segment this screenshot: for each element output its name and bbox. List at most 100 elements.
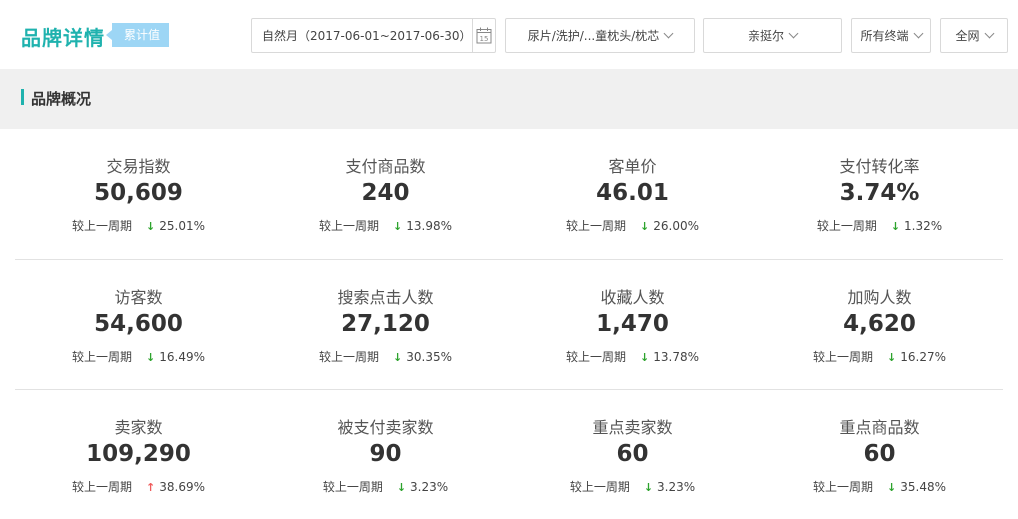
metric-change: 30.35% [406, 350, 452, 364]
arrow-down-icon: ↓ [887, 351, 897, 364]
compare-label: 较上一周期 [569, 480, 630, 494]
metric-label: 卖家数 [114, 418, 163, 437]
date-range-picker[interactable]: 自然月（2017-06-01~2017-06-30） 15 [251, 18, 496, 53]
metric-comparison: 较上一周期 ↓ 35.48% [756, 478, 1003, 495]
chevron-down-icon [788, 28, 799, 39]
terminal-value: 所有终端 [860, 29, 909, 43]
metrics-row: 交易指数 50,609 较上一周期 ↓ 25.01% 支付商品数 240 较上一周期 ↓ 13.9… [15, 129, 1003, 259]
compare-label: 较上一周期 [566, 219, 627, 233]
metric-comparison: 较上一周期 ↓ 3.23% [262, 478, 509, 495]
chevron-down-icon [913, 28, 923, 39]
metric-card: 支付商品数 240 较上一周期 ↓ 13.98% [262, 129, 509, 259]
brand-value: 亲挺尔 [747, 29, 784, 43]
compare-label: 较上一周期 [816, 219, 877, 233]
metric-value: 50,609 [94, 180, 183, 206]
arrow-down-icon: ↓ [146, 220, 156, 233]
calendar-icon: 15 [476, 27, 492, 44]
metric-change: 13.98% [406, 219, 452, 233]
chevron-down-icon [984, 28, 994, 39]
metric-card: 支付转化率 3.74% 较上一周期 ↓ 1.32% [756, 129, 1003, 259]
metric-label: 支付转化率 [839, 157, 920, 176]
metric-value: 109,290 [86, 441, 191, 467]
cumulative-badge: 累计值 [105, 23, 170, 47]
date-range-text: 自然月（2017-06-01~2017-06-30） [262, 29, 472, 43]
arrow-down-icon: ↓ [396, 481, 407, 494]
metric-label: 搜索点击人数 [337, 288, 434, 307]
metric-card: 客单价 46.01 较上一周期 ↓ 26.00% [509, 129, 756, 259]
compare-label: 较上一周期 [566, 350, 627, 364]
section-marker [21, 89, 24, 105]
metric-label: 收藏人数 [600, 288, 665, 307]
metric-comparison: 较上一周期 ↓ 16.27% [756, 348, 1003, 365]
metric-change: 16.27% [900, 350, 946, 364]
compare-label: 较上一周期 [72, 350, 133, 364]
chevron-down-icon [663, 28, 674, 39]
metric-change: 26.00% [653, 219, 699, 233]
metric-label: 支付商品数 [345, 157, 426, 176]
metric-card: 收藏人数 1,470 较上一周期 ↓ 13.78% [509, 260, 756, 389]
metric-card: 重点商品数 60 较上一周期 ↓ 35.48% [756, 390, 1003, 519]
metric-label: 重点商品数 [839, 418, 920, 437]
metric-value: 90 [369, 441, 402, 467]
metric-comparison: 较上一周期 ↓ 30.35% [262, 348, 509, 365]
metric-value: 60 [863, 441, 896, 467]
metric-label: 交易指数 [106, 157, 171, 176]
metric-comparison: 较上一周期 ↓ 3.23% [509, 478, 756, 495]
metric-value: 27,120 [341, 311, 430, 337]
metric-value: 60 [616, 441, 649, 467]
section-title: 品牌概况 [31, 90, 92, 108]
compare-label: 较上一周期 [813, 480, 874, 494]
metric-card: 加购人数 4,620 较上一周期 ↓ 16.27% [756, 260, 1003, 389]
metric-comparison: 较上一周期 ↓ 16.49% [15, 348, 262, 365]
metric-value: 4,620 [843, 311, 916, 337]
compare-label: 较上一周期 [322, 480, 383, 494]
metric-change: 16.49% [159, 350, 205, 364]
compare-label: 较上一周期 [813, 350, 874, 364]
metric-comparison: 较上一周期 ↓ 13.78% [509, 348, 756, 365]
metric-card: 搜索点击人数 27,120 较上一周期 ↓ 30.35% [262, 260, 509, 389]
calendar-button[interactable]: 15 [471, 19, 495, 52]
section-header: 品牌概况 [0, 69, 1018, 129]
metric-value: 3.74% [839, 180, 920, 206]
metric-card: 交易指数 50,609 较上一周期 ↓ 25.01% [15, 129, 262, 259]
page-title: 品牌详情 [21, 26, 105, 50]
arrow-down-icon: ↓ [640, 351, 650, 364]
metric-card: 访客数 54,600 较上一周期 ↓ 16.49% [15, 260, 262, 389]
channel-dropdown[interactable]: 全网 [940, 18, 1008, 53]
metric-change: 1.32% [904, 219, 943, 233]
arrow-down-icon: ↓ [393, 351, 403, 364]
metrics-row: 访客数 54,600 较上一周期 ↓ 16.49% 搜索点击人数 27,120 较上一周期 ↓ 3… [15, 259, 1003, 389]
compare-label: 较上一周期 [72, 219, 133, 233]
metric-card: 被支付卖家数 90 较上一周期 ↓ 3.23% [262, 390, 509, 519]
compare-label: 较上一周期 [72, 480, 133, 494]
metric-label: 加购人数 [847, 288, 912, 307]
terminal-dropdown[interactable]: 所有终端 [851, 18, 931, 53]
metric-comparison: 较上一周期 ↓ 13.98% [262, 217, 509, 234]
arrow-down-icon: ↓ [890, 220, 901, 233]
metric-comparison: 较上一周期 ↓ 25.01% [15, 217, 262, 234]
metric-value: 240 [361, 180, 410, 206]
category-dropdown[interactable]: 尿片/洗护/...童枕头/枕芯 [505, 18, 695, 53]
compare-label: 较上一周期 [319, 350, 380, 364]
metrics-row: 卖家数 109,290 较上一周期 ↑ 38.69% 被支付卖家数 90 较上一周期 ↓ 3.23… [15, 389, 1003, 519]
channel-value: 全网 [955, 29, 980, 43]
metric-card: 重点卖家数 60 较上一周期 ↓ 3.23% [509, 390, 756, 519]
brand-dropdown[interactable]: 亲挺尔 [703, 18, 842, 53]
metrics-grid: 交易指数 50,609 较上一周期 ↓ 25.01% 支付商品数 240 较上一周期 ↓ 13.9… [15, 129, 1003, 519]
category-value: 尿片/洗护/...童枕头/枕芯 [527, 29, 660, 43]
arrow-down-icon: ↓ [643, 481, 654, 494]
metric-change: 25.01% [159, 219, 205, 233]
metric-label: 被支付卖家数 [337, 418, 434, 437]
metric-label: 客单价 [608, 157, 657, 176]
arrow-up-icon: ↑ [146, 481, 156, 494]
metric-label: 访客数 [114, 288, 163, 307]
metric-value: 1,470 [596, 311, 669, 337]
metric-change: 38.69% [159, 480, 205, 494]
metric-comparison: 较上一周期 ↑ 38.69% [15, 478, 262, 495]
metric-value: 54,600 [94, 311, 183, 337]
metric-card: 卖家数 109,290 较上一周期 ↑ 38.69% [15, 390, 262, 519]
svg-text:15: 15 [479, 35, 488, 43]
metric-change: 13.78% [653, 350, 699, 364]
arrow-down-icon: ↓ [887, 481, 897, 494]
metric-comparison: 较上一周期 ↓ 1.32% [756, 217, 1003, 234]
